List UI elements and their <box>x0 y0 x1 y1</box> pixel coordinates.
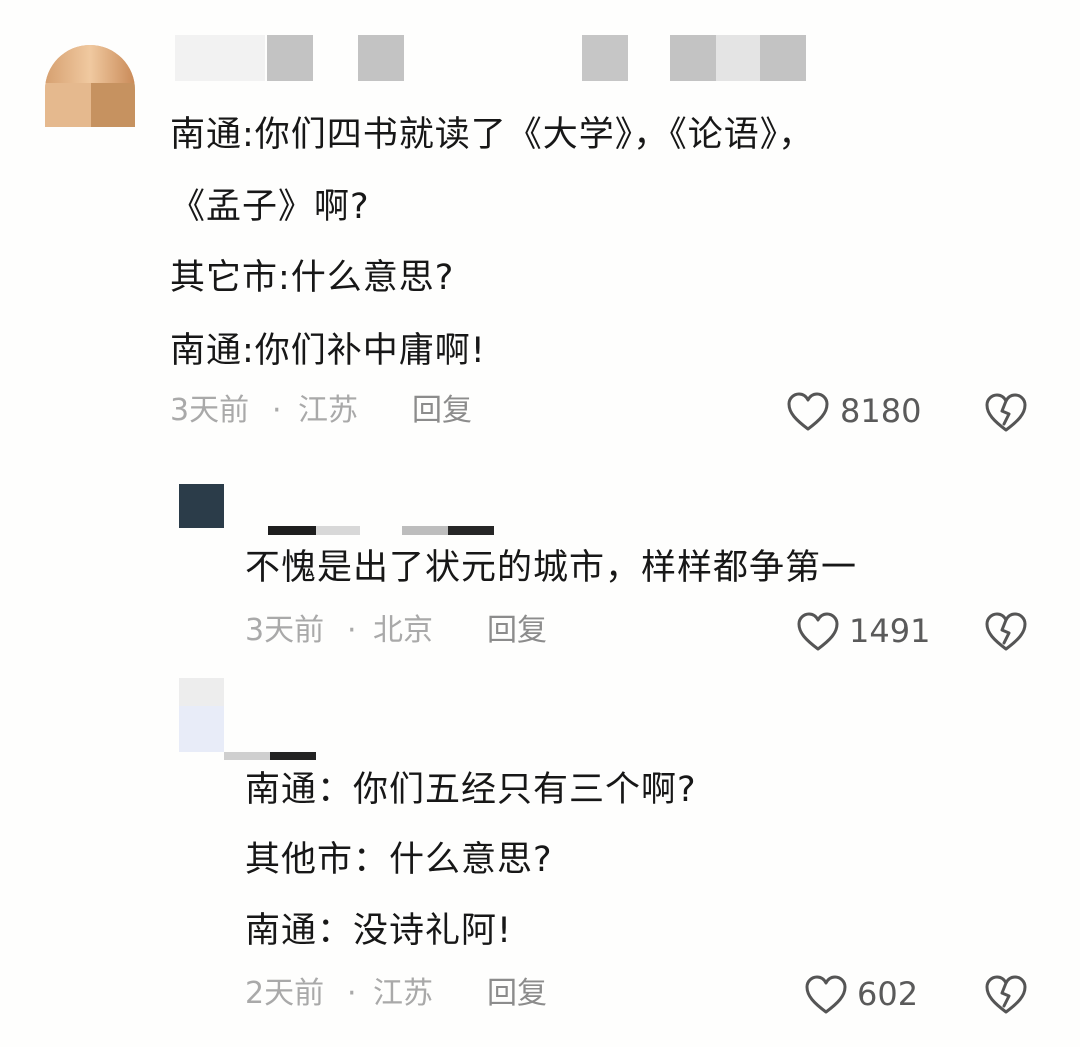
heart-outline-icon[interactable] <box>786 391 830 433</box>
username-mosaic[interactable] <box>268 526 498 536</box>
comment-line: 南通:你们四书就读了《大学》，《论语》， <box>170 115 815 155</box>
comment-line: 南通：没诗礼阿! <box>245 911 513 951</box>
username-mosaic[interactable] <box>175 35 815 81</box>
comment-location: 江苏 <box>298 393 358 428</box>
meta-separator: · <box>347 976 357 1011</box>
comment-location: 江苏 <box>373 976 433 1011</box>
like-count: 1491 <box>849 612 931 650</box>
broken-heart-icon[interactable] <box>984 611 1028 653</box>
avatar[interactable] <box>179 678 224 752</box>
meta-separator: · <box>272 393 282 428</box>
heart-outline-icon[interactable] <box>796 611 840 653</box>
meta-separator: · <box>347 613 357 648</box>
reply-button[interactable]: 回复 <box>487 614 547 648</box>
broken-heart-icon[interactable] <box>984 974 1028 1016</box>
comment-line: 南通:你们补中庸啊! <box>170 331 486 371</box>
avatar[interactable] <box>45 45 135 127</box>
comment-line: 其它市:什么意思? <box>170 258 455 298</box>
like-count: 8180 <box>840 392 922 430</box>
reply-button[interactable]: 回复 <box>487 977 547 1011</box>
comment-time: 3天前 <box>245 613 325 648</box>
comment-location: 北京 <box>373 613 433 648</box>
comment-line: 不愧是出了状元的城市，样样都争第一 <box>245 548 858 588</box>
reply-button[interactable]: 回复 <box>412 394 472 428</box>
broken-heart-icon[interactable] <box>984 392 1028 434</box>
heart-outline-icon[interactable] <box>804 974 848 1016</box>
comment-time: 3天前 <box>170 393 250 428</box>
username-mosaic[interactable] <box>224 752 319 762</box>
comment-line: 《孟子》啊? <box>170 187 370 227</box>
comment-list: 南通:你们四书就读了《大学》，《论语》， 《孟子》啊? 其它市:什么意思? 南通… <box>0 0 1080 1047</box>
comment-time: 2天前 <box>245 976 325 1011</box>
avatar[interactable] <box>179 484 224 528</box>
comment-line: 南通：你们五经只有三个啊? <box>245 770 697 810</box>
like-count: 602 <box>857 975 919 1013</box>
comment-line: 其他市：什么意思? <box>245 840 553 880</box>
